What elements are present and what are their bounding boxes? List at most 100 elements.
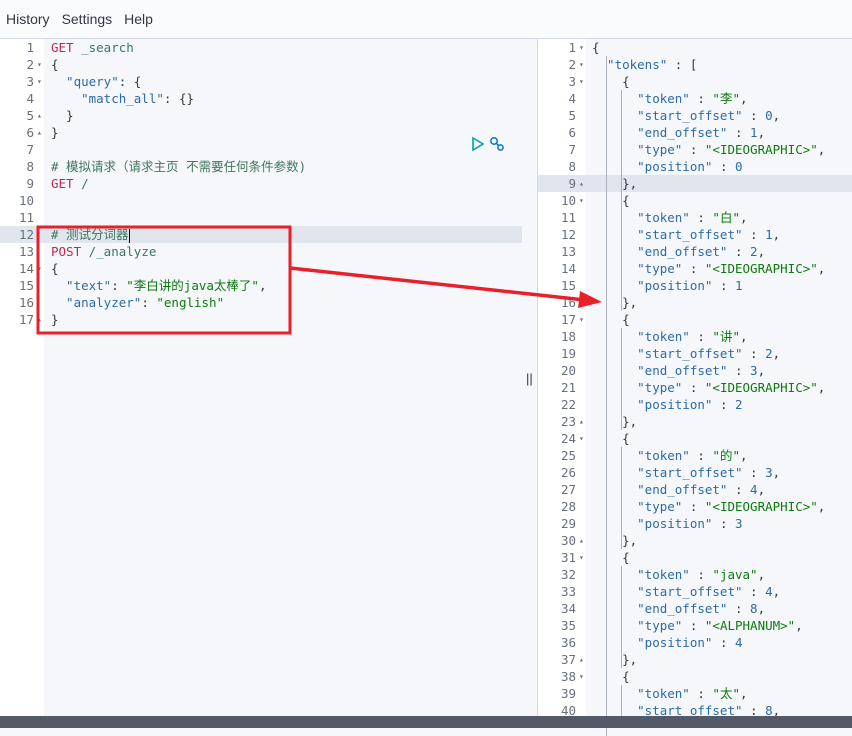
token-punc: , (757, 244, 766, 259)
response-line[interactable]: 38 ▾ { (538, 668, 852, 685)
request-line[interactable]: 9 GET / (0, 175, 522, 192)
response-line[interactable]: 29 "position" : 3 (538, 515, 852, 532)
fold-open-icon[interactable]: ▾ (579, 39, 584, 56)
fold-close-icon[interactable]: ▴ (579, 175, 584, 192)
token-punc: { (592, 312, 630, 327)
request-line[interactable]: 10 (0, 192, 522, 209)
fold-open-icon[interactable]: ▾ (579, 549, 584, 566)
pane-resizer[interactable]: || (522, 39, 537, 716)
run-request-icon[interactable] (471, 136, 485, 156)
fold-open-icon[interactable]: ▾ (579, 668, 584, 685)
response-line[interactable]: 24 ▾ { (538, 430, 852, 447)
fold-open-icon[interactable]: ▾ (579, 430, 584, 447)
response-line[interactable]: 2 ▾ "tokens" : [ (538, 56, 852, 73)
fold-open-icon[interactable]: ▾ (579, 73, 584, 90)
request-line[interactable]: 5 ▴ } (0, 107, 522, 124)
response-line[interactable]: 14 "type" : "<IDEOGRAPHIC>", (538, 260, 852, 277)
response-line[interactable]: 16 ▴ }, (538, 294, 852, 311)
fold-close-icon[interactable]: ▴ (37, 124, 42, 141)
response-line[interactable]: 36 "position" : 4 (538, 634, 852, 651)
response-line[interactable]: 23 ▴ }, (538, 413, 852, 430)
response-line[interactable]: 15 "position" : 1 (538, 277, 852, 294)
request-line[interactable]: 8 # 模拟请求（请求主页 不需要任何条件参数) (0, 158, 522, 175)
response-line[interactable]: 30 ▴ }, (538, 532, 852, 549)
menu-help[interactable]: Help (124, 11, 153, 27)
response-line[interactable]: 25 "token" : "的", (538, 447, 852, 464)
request-line[interactable]: 3 ▾ "query": { (0, 73, 522, 90)
menu-settings[interactable]: Settings (62, 11, 113, 27)
response-line[interactable]: 28 "type" : "<IDEOGRAPHIC>", (538, 498, 852, 515)
wrench-icon[interactable] (489, 136, 505, 156)
response-line[interactable]: 37 ▴ }, (538, 651, 852, 668)
request-line[interactable]: 13 POST /_analyze (0, 243, 522, 260)
request-line[interactable]: 6 ▴} (0, 124, 522, 141)
menu-history[interactable]: History (6, 11, 50, 27)
fold-open-icon[interactable]: ▾ (37, 56, 42, 73)
response-line[interactable]: 3 ▾ { (538, 73, 852, 90)
token-punc: , (772, 465, 781, 480)
response-line[interactable]: 21 "type" : "<IDEOGRAPHIC>", (538, 379, 852, 396)
fold-open-icon[interactable]: ▾ (579, 311, 584, 328)
request-line[interactable]: 1 GET _search (0, 39, 522, 56)
token-punc: , (739, 448, 748, 463)
token-punc: { (592, 431, 630, 446)
response-line[interactable]: 11 "token" : "白", (538, 209, 852, 226)
response-line[interactable]: 31 ▾ { (538, 549, 852, 566)
token-str: "java" (712, 567, 758, 582)
fold-close-icon[interactable]: ▴ (579, 413, 584, 430)
fold-close-icon[interactable]: ▴ (579, 532, 584, 549)
code-text: { (592, 39, 600, 56)
request-line[interactable]: 7 (0, 141, 522, 158)
fold-close-icon[interactable]: ▴ (37, 311, 42, 328)
fold-close-icon[interactable]: ▴ (37, 107, 42, 124)
response-line[interactable]: 9 ▴ }, (538, 175, 852, 192)
response-line[interactable]: 33 "start_offset" : 4, (538, 583, 852, 600)
token-punc: : (727, 363, 751, 378)
request-line[interactable]: 12 # 测试分词器 (0, 226, 522, 243)
response-line[interactable]: 12 "start_offset" : 1, (538, 226, 852, 243)
response-line[interactable]: 19 "start_offset" : 2, (538, 345, 852, 362)
request-line[interactable]: 11 (0, 209, 522, 226)
code-text: }, (592, 175, 637, 192)
token-punc: , (757, 601, 766, 616)
response-line[interactable]: 17 ▾ { (538, 311, 852, 328)
response-line[interactable]: 26 "start_offset" : 3, (538, 464, 852, 481)
response-line[interactable]: 34 "end_offset" : 8, (538, 600, 852, 617)
response-line[interactable]: 6 "end_offset" : 1, (538, 124, 852, 141)
resize-handle-icon[interactable]: || (526, 371, 533, 386)
response-line[interactable]: 10 ▾ { (538, 192, 852, 209)
response-line[interactable]: 4 "token" : "李", (538, 90, 852, 107)
line-number: 19 (560, 346, 576, 361)
fold-open-icon[interactable]: ▾ (37, 73, 42, 90)
response-line[interactable]: 27 "end_offset" : 4, (538, 481, 852, 498)
request-editor[interactable]: 1 GET _search 2 ▾{3 ▾ "query": {4 "match_all… (0, 39, 522, 716)
response-line[interactable]: 22 "position" : 2 (538, 396, 852, 413)
token-punc: : (742, 227, 766, 242)
response-line[interactable]: 39 "token" : "太", (538, 685, 852, 702)
response-line[interactable]: 8 "position" : 0 (538, 158, 852, 175)
request-line[interactable]: 15 "text": "李白讲的java太棒了", (0, 277, 522, 294)
code-text: "position" : 2 (592, 396, 742, 413)
request-line[interactable]: 17 ▴} (0, 311, 522, 328)
response-line[interactable]: 5 "start_offset" : 0, (538, 107, 852, 124)
request-line[interactable]: 4 "match_all": {} (0, 90, 522, 107)
response-line[interactable]: 1 ▾ { (538, 39, 852, 56)
response-line[interactable]: 20 "end_offset" : 3, (538, 362, 852, 379)
fold-open-icon[interactable]: ▾ (579, 192, 584, 209)
fold-close-icon[interactable]: ▴ (579, 651, 584, 668)
response-line[interactable]: 35 "type" : "<ALPHANUM>", (538, 617, 852, 634)
fold-close-icon[interactable]: ▴ (579, 294, 584, 311)
request-line[interactable]: 2 ▾ { (0, 56, 522, 73)
response-line[interactable]: 32 "token" : "java", (538, 566, 852, 583)
request-line[interactable]: 14 ▾ { (0, 260, 522, 277)
token-punc: , (739, 686, 748, 701)
fold-open-icon[interactable]: ▾ (37, 260, 42, 277)
request-line[interactable]: 16 "analyzer": "english" (0, 294, 522, 311)
response-line[interactable]: 13 "end_offset" : 2, (538, 243, 852, 260)
line-number: 14 (18, 261, 34, 276)
response-viewer[interactable]: 1 ▾{2 ▾ "tokens" : [3 ▾ {4 "token" : "李", 5 … (537, 39, 852, 736)
response-line[interactable]: 18 "token" : "讲", (538, 328, 852, 345)
fold-open-icon[interactable]: ▾ (579, 56, 584, 73)
response-line[interactable]: 7 "type" : "<IDEOGRAPHIC>", (538, 141, 852, 158)
line-number: 10 (18, 193, 34, 208)
